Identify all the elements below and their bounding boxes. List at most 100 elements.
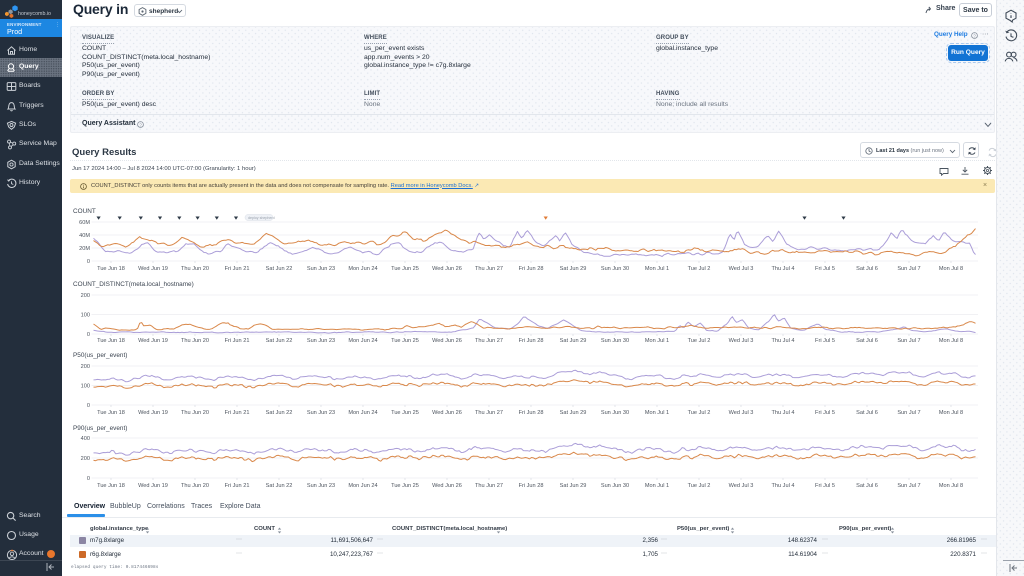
- svg-text:Fri Jun 21: Fri Jun 21: [225, 410, 250, 416]
- svg-text:Fri Jun 28: Fri Jun 28: [519, 338, 544, 344]
- svg-text:COUNT: COUNT: [73, 208, 96, 215]
- svg-text:Sat Jun 29: Sat Jun 29: [560, 410, 587, 416]
- svg-text:Wed Jun 26: Wed Jun 26: [432, 266, 462, 272]
- svg-text:Sun Jun 23: Sun Jun 23: [307, 483, 335, 489]
- svg-text:Sun Jun 30: Sun Jun 30: [601, 410, 629, 416]
- svg-text:Fri Jun 28: Fri Jun 28: [519, 410, 544, 416]
- svg-text:Mon Jul 1: Mon Jul 1: [645, 266, 669, 272]
- svg-text:Thu Jul 4: Thu Jul 4: [771, 410, 794, 416]
- svg-text:Sat Jun 22: Sat Jun 22: [266, 483, 293, 489]
- svg-text:Wed Jul 3: Wed Jul 3: [729, 266, 754, 272]
- svg-text:0: 0: [87, 332, 90, 338]
- svg-text:Mon Jul 8: Mon Jul 8: [939, 410, 963, 416]
- svg-text:?: ?: [139, 122, 142, 127]
- svg-text:Sun Jul 7: Sun Jul 7: [897, 338, 920, 344]
- svg-text:Thu Jun 20: Thu Jun 20: [181, 410, 209, 416]
- svg-text:Tue Jul 2: Tue Jul 2: [688, 338, 711, 344]
- svg-text:COUNT_DISTINCT(meta.local_host: COUNT_DISTINCT(meta.local_hostname): [73, 281, 194, 288]
- svg-text:Thu Jul 4: Thu Jul 4: [771, 483, 794, 489]
- svg-text:Tue Jun 25: Tue Jun 25: [391, 266, 419, 272]
- svg-text:Fri Jun 21: Fri Jun 21: [225, 483, 250, 489]
- svg-text:Sat Jun 22: Sat Jun 22: [266, 338, 293, 344]
- svg-text:Thu Jun 27: Thu Jun 27: [475, 483, 503, 489]
- svg-text:Wed Jul 3: Wed Jul 3: [729, 338, 754, 344]
- svg-text:honeycomb.io: honeycomb.io: [18, 11, 51, 17]
- svg-text:Sat Jun 22: Sat Jun 22: [266, 410, 293, 416]
- svg-text:Mon Jul 8: Mon Jul 8: [939, 483, 963, 489]
- svg-text:Thu Jun 27: Thu Jun 27: [475, 410, 503, 416]
- svg-text:Fri Jul 5: Fri Jul 5: [815, 410, 835, 416]
- svg-text:Wed Jun 19: Wed Jun 19: [138, 483, 168, 489]
- svg-text:Thu Jun 20: Thu Jun 20: [181, 483, 209, 489]
- svg-text:Sat Jul 6: Sat Jul 6: [856, 483, 878, 489]
- svg-text:0: 0: [87, 403, 90, 409]
- svg-text:Sat Jul 6: Sat Jul 6: [856, 410, 878, 416]
- svg-text:Tue Jun 18: Tue Jun 18: [97, 266, 125, 272]
- svg-text:Wed Jun 19: Wed Jun 19: [138, 266, 168, 272]
- svg-text:Tue Jun 25: Tue Jun 25: [391, 338, 419, 344]
- svg-text:Sun Jun 30: Sun Jun 30: [601, 483, 629, 489]
- svg-text:Sun Jun 30: Sun Jun 30: [601, 338, 629, 344]
- svg-text:Fri Jun 28: Fri Jun 28: [519, 266, 544, 272]
- svg-text:Thu Jul 4: Thu Jul 4: [771, 338, 794, 344]
- svg-text:Sun Jun 23: Sun Jun 23: [307, 266, 335, 272]
- svg-text:Sun Jul 7: Sun Jul 7: [897, 483, 920, 489]
- svg-text:Mon Jul 1: Mon Jul 1: [645, 410, 669, 416]
- svg-text:Tue Jul 2: Tue Jul 2: [688, 410, 711, 416]
- svg-text:Mon Jul 8: Mon Jul 8: [939, 266, 963, 272]
- svg-text:20M: 20M: [79, 246, 90, 252]
- svg-text:Fri Jul 5: Fri Jul 5: [815, 266, 835, 272]
- svg-text:Mon Jun 24: Mon Jun 24: [348, 410, 377, 416]
- svg-text:Sun Jun 23: Sun Jun 23: [307, 410, 335, 416]
- svg-text:Tue Jul 2: Tue Jul 2: [688, 483, 711, 489]
- svg-text:Wed Jun 26: Wed Jun 26: [432, 410, 462, 416]
- svg-text:Sat Jul 6: Sat Jul 6: [856, 338, 878, 344]
- svg-text:Wed Jun 19: Wed Jun 19: [138, 338, 168, 344]
- svg-text:Mon Jun 24: Mon Jun 24: [348, 338, 377, 344]
- svg-text:P50(us_per_event): P50(us_per_event): [73, 352, 127, 359]
- svg-text:Mon Jul 1: Mon Jul 1: [645, 483, 669, 489]
- svg-text:200: 200: [81, 364, 90, 370]
- svg-text:40M: 40M: [79, 233, 90, 239]
- svg-text:Sun Jul 7: Sun Jul 7: [897, 410, 920, 416]
- svg-text:Tue Jun 18: Tue Jun 18: [97, 338, 125, 344]
- svg-text:Thu Jun 20: Thu Jun 20: [181, 266, 209, 272]
- svg-text:Sat Jun 29: Sat Jun 29: [560, 338, 587, 344]
- svg-text:Sat Jun 29: Sat Jun 29: [560, 266, 587, 272]
- svg-text:Sat Jul 6: Sat Jul 6: [856, 266, 878, 272]
- svg-text:60M: 60M: [79, 220, 90, 226]
- svg-text:?: ?: [973, 33, 976, 38]
- svg-text:Wed Jul 3: Wed Jul 3: [729, 483, 754, 489]
- svg-text:Thu Jun 20: Thu Jun 20: [181, 338, 209, 344]
- svg-text:Thu Jun 27: Thu Jun 27: [475, 266, 503, 272]
- svg-text:0: 0: [87, 476, 90, 482]
- svg-text:200: 200: [81, 293, 90, 299]
- svg-text:Tue Jun 25: Tue Jun 25: [391, 410, 419, 416]
- svg-text:P90(us_per_event): P90(us_per_event): [73, 425, 127, 432]
- svg-text:Sat Jun 22: Sat Jun 22: [266, 266, 293, 272]
- svg-text:Wed Jun 19: Wed Jun 19: [138, 410, 168, 416]
- svg-text:Sun Jun 30: Sun Jun 30: [601, 266, 629, 272]
- svg-text:0: 0: [87, 259, 90, 265]
- svg-text:Tue Jul 2: Tue Jul 2: [688, 266, 711, 272]
- svg-text:Fri Jun 21: Fri Jun 21: [225, 338, 250, 344]
- svg-text:Fri Jun 21: Fri Jun 21: [225, 266, 250, 272]
- svg-text:Wed Jul 3: Wed Jul 3: [729, 410, 754, 416]
- svg-text:100: 100: [81, 313, 90, 319]
- svg-text:400: 400: [81, 436, 90, 442]
- svg-text:deploy shepherd: deploy shepherd: [248, 216, 275, 220]
- svg-text:Fri Jul 5: Fri Jul 5: [815, 338, 835, 344]
- svg-text:Tue Jun 25: Tue Jun 25: [391, 483, 419, 489]
- svg-text:Sun Jul 7: Sun Jul 7: [897, 266, 920, 272]
- svg-text:Fri Jul 5: Fri Jul 5: [815, 483, 835, 489]
- svg-text:Mon Jul 8: Mon Jul 8: [939, 338, 963, 344]
- svg-text:200: 200: [81, 456, 90, 462]
- svg-text:Wed Jun 26: Wed Jun 26: [432, 483, 462, 489]
- svg-text:Tue Jun 18: Tue Jun 18: [97, 410, 125, 416]
- svg-text:Mon Jul 1: Mon Jul 1: [645, 338, 669, 344]
- svg-text:Thu Jun 27: Thu Jun 27: [475, 338, 503, 344]
- svg-text:100: 100: [81, 384, 90, 390]
- svg-text:Sun Jun 23: Sun Jun 23: [307, 338, 335, 344]
- svg-text:Wed Jun 26: Wed Jun 26: [432, 338, 462, 344]
- svg-text:Mon Jun 24: Mon Jun 24: [348, 266, 377, 272]
